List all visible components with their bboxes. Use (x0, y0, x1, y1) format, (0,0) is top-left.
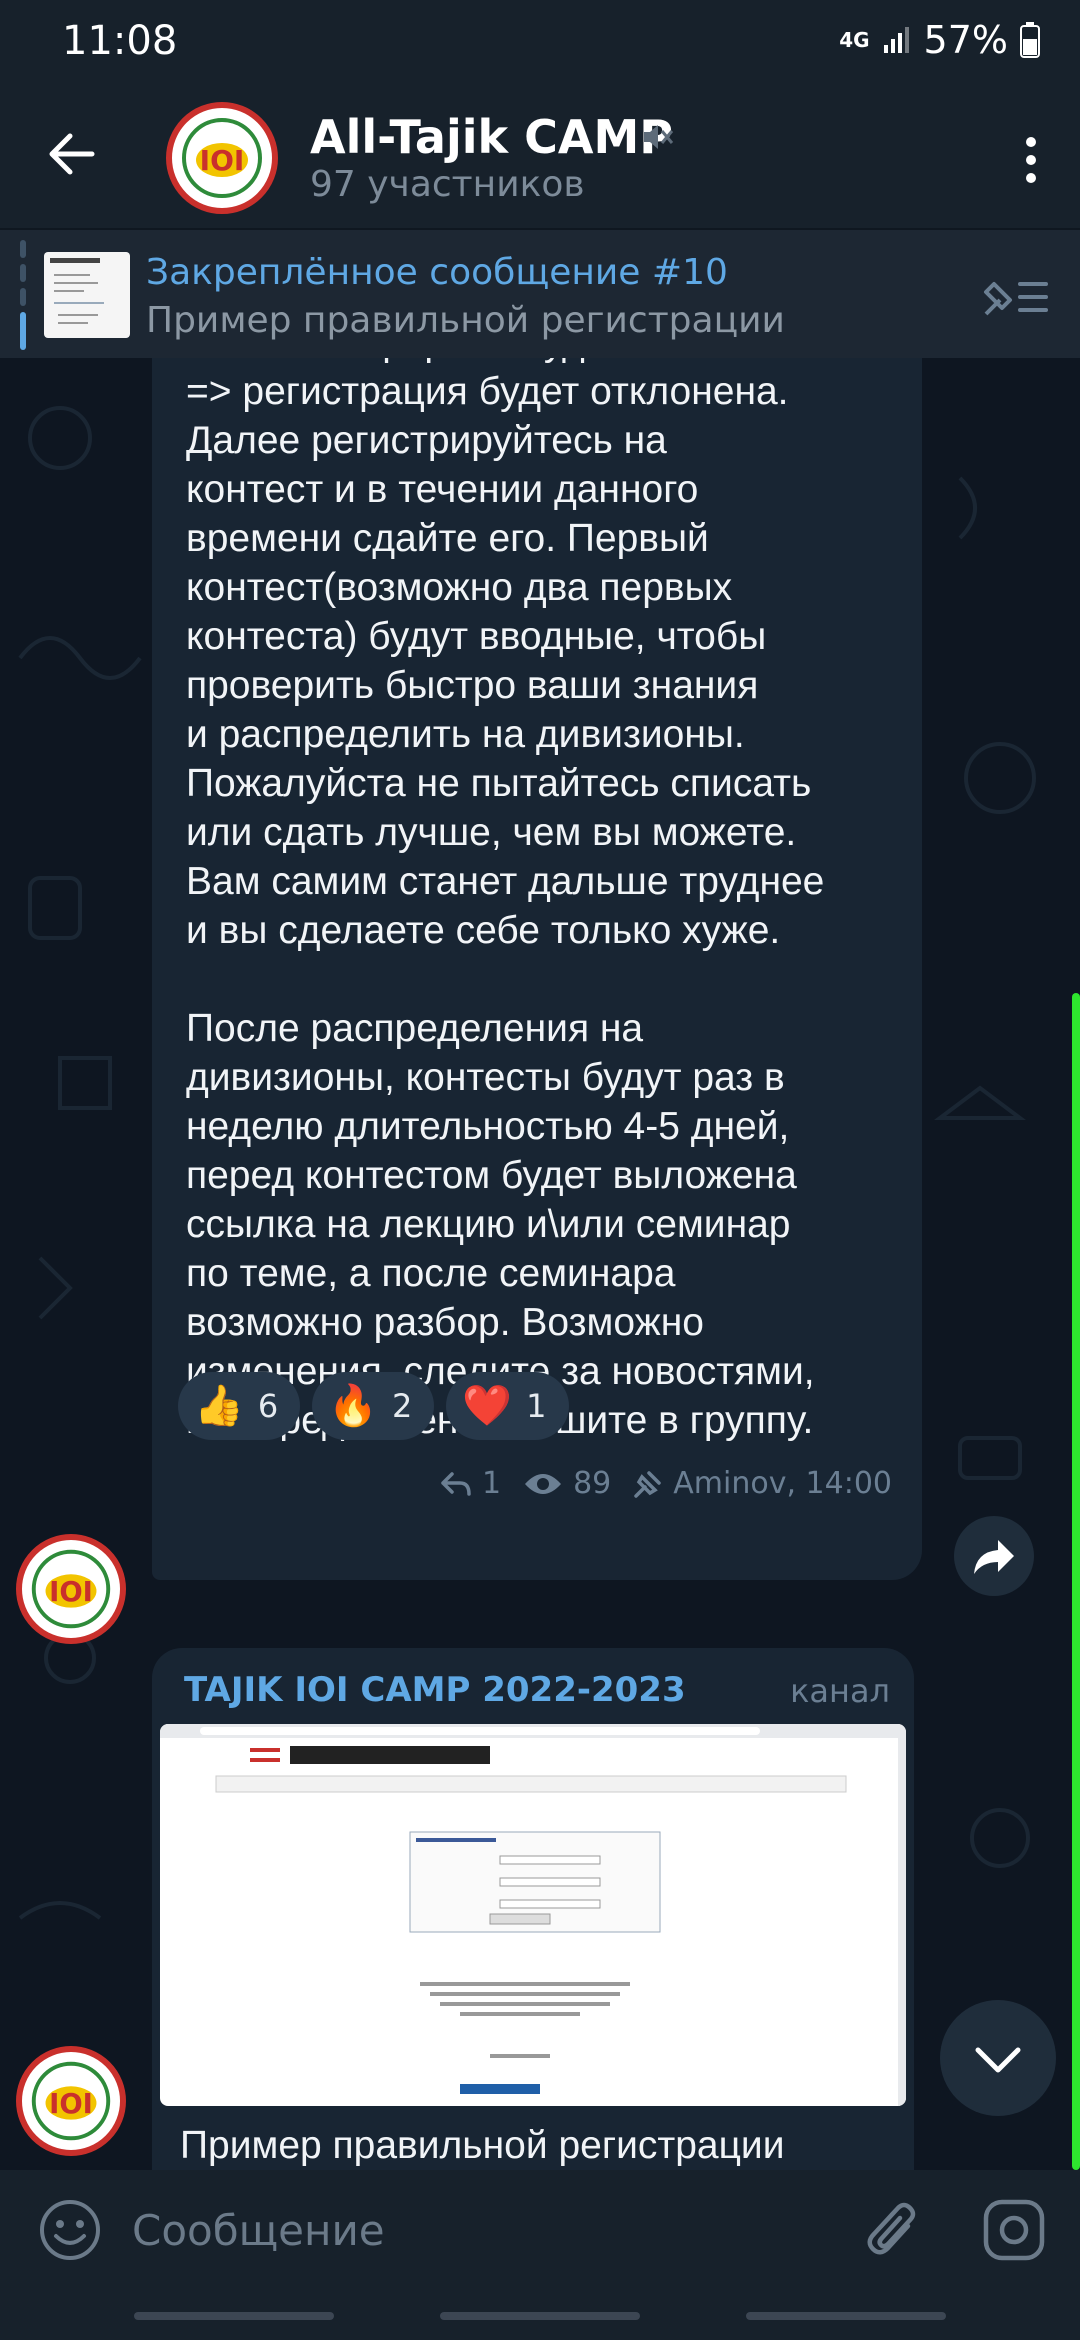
message-meta: 1 89 Aminov, 14:00 (440, 1466, 892, 1501)
ioi-logo-icon: IOI (31, 1549, 111, 1629)
more-options-icon[interactable] (1016, 130, 1046, 190)
reaction-heart[interactable]: ❤️ 1 (446, 1372, 569, 1440)
nav-back-handle[interactable] (746, 2312, 946, 2320)
svg-text:IOI: IOI (200, 144, 245, 177)
views-eye-icon (525, 1473, 562, 1494)
battery-icon (1020, 22, 1040, 58)
attached-screenshot-image[interactable] (160, 1724, 906, 2106)
forwarded-channel-name[interactable]: TAJIK IOI CAMP 2022-2023 (184, 1670, 686, 1710)
signal-icon (883, 27, 909, 53)
pinned-indicator (20, 240, 26, 350)
nav-home-handle[interactable] (440, 2312, 640, 2320)
chat-area[interactable]: Если ваш формат будет отличаться => реги… (0, 358, 1080, 2170)
sender-avatar[interactable]: IOI (16, 1534, 126, 1644)
author-time: Aminov, 14:00 (673, 1466, 892, 1501)
pinned-message-bar[interactable]: Закреплённое сообщение #10 Пример правил… (0, 228, 1080, 358)
message-input[interactable] (132, 2192, 832, 2268)
reaction-thumbs-up[interactable]: 👍 6 (178, 1372, 301, 1440)
message-paragraph: Если ваш формат будет отличаться => реги… (186, 358, 836, 952)
camera-icon[interactable] (980, 2196, 1048, 2264)
scrollbar[interactable] (1072, 993, 1080, 2170)
share-arrow-icon (974, 1540, 1014, 1574)
pinned-title: Закреплённое сообщение #10 (146, 252, 728, 293)
message-text: Если ваш формат будет отличаться => реги… (186, 358, 926, 1445)
heart-icon: ❤️ (462, 1383, 513, 1429)
fire-icon: 🔥 (328, 1383, 378, 1429)
pin-icon (634, 1470, 662, 1498)
forwarded-caption: Пример правильной регистрации (180, 2124, 785, 2167)
reaction-count: 1 (526, 1387, 547, 1425)
reaction-fire[interactable]: 🔥 2 (312, 1372, 435, 1440)
status-bar: 11:08 4G 57% (0, 0, 1080, 84)
scroll-down-button[interactable] (940, 2000, 1056, 2116)
reply-count[interactable]: 1 (482, 1466, 501, 1501)
message-bubble[interactable]: Если ваш формат будет отличаться => реги… (152, 358, 922, 1580)
system-nav-bar (0, 2290, 1080, 2340)
chevron-down-icon (975, 2047, 1021, 2073)
reaction-count: 2 (391, 1387, 413, 1425)
status-time: 11:08 (62, 18, 178, 64)
back-arrow-icon[interactable] (40, 122, 104, 186)
svg-text:IOI: IOI (49, 2089, 93, 2120)
chat-header: IOI All-Tajik CAMP 97 участников (0, 84, 1080, 228)
member-count: 97 участников (310, 164, 585, 205)
forward-button[interactable] (954, 1516, 1034, 1596)
network-label: 4G (839, 28, 870, 52)
reply-icon[interactable] (440, 1470, 472, 1498)
chat-title[interactable]: All-Tajik CAMP (310, 110, 673, 164)
chat-avatar[interactable]: IOI (166, 102, 278, 214)
nav-recent-handle[interactable] (134, 2312, 334, 2320)
reaction-count: 6 (257, 1387, 279, 1425)
emoji-icon[interactable] (36, 2196, 104, 2264)
svg-text:IOI: IOI (49, 1577, 93, 1608)
message-composer (0, 2170, 1080, 2290)
paperclip-icon[interactable] (862, 2196, 922, 2264)
reactions-row: 👍 6 🔥 2 ❤️ 1 (178, 1372, 569, 1440)
ioi-logo-icon: IOI (31, 2061, 111, 2141)
sender-avatar[interactable]: IOI (16, 2046, 126, 2156)
pinned-thumbnail (44, 252, 130, 338)
view-count: 89 (573, 1466, 612, 1501)
thumbs-up-icon: 👍 (194, 1383, 244, 1429)
ioi-logo-icon: IOI (182, 118, 262, 198)
pinned-preview: Пример правильной регистрации (146, 300, 785, 341)
battery-level: 57% (923, 18, 1008, 62)
muted-icon (644, 125, 674, 149)
status-icons: 4G 57% (839, 18, 1040, 62)
pinned-list-icon[interactable] (980, 274, 1050, 320)
forwarded-message-bubble[interactable]: TAJIK IOI CAMP 2022-2023 канал Пример пр… (152, 1648, 914, 2170)
channel-tag: канал (790, 1672, 890, 1710)
